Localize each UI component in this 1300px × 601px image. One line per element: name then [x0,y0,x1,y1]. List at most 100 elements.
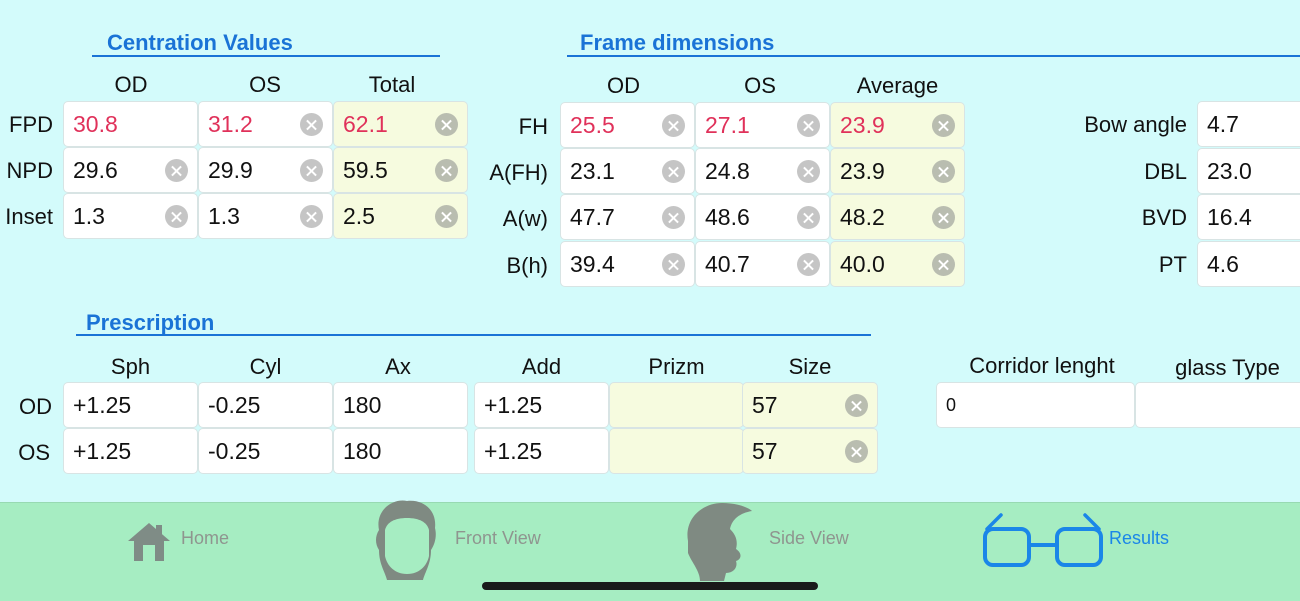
npd-total-field[interactable]: 59.5 [333,147,468,193]
aw-os-value: 48.6 [705,204,750,230]
afh-od-field[interactable]: 23.1 [560,148,695,194]
bh-os-field[interactable]: 40.7 [695,241,830,287]
aw-od-value: 47.7 [570,204,615,230]
bh-average-field[interactable]: 40.0 [830,241,965,287]
clear-icon[interactable] [845,440,868,463]
afh-average-field[interactable]: 23.9 [830,148,965,194]
fh-od-field[interactable]: 25.5 [560,102,695,148]
fpd-os-field[interactable]: 31.2 [198,101,333,147]
tab-results-label: Results [1109,528,1170,548]
frame-col-os: OS [744,73,776,98]
fh-od-value: 25.5 [570,112,615,138]
front-view-head-icon [376,500,436,580]
rx-os-size-field[interactable]: 57 [742,428,878,474]
afh-od-value: 23.1 [570,158,615,184]
rx-col-prizm: Prizm [648,354,705,379]
clear-icon[interactable] [932,114,955,137]
bow-angle-field[interactable]: 4.7 [1197,101,1300,147]
rx-od-size-field[interactable]: 57 [742,382,878,428]
clear-icon[interactable] [435,113,458,136]
clear-icon[interactable] [300,113,323,136]
glasses-icon [983,513,1103,567]
clear-icon[interactable] [932,160,955,183]
tab-results[interactable]: Results [978,503,1178,601]
pt-field[interactable]: 4.6 [1197,241,1300,287]
rx-os-ax-field[interactable]: 180 [333,428,468,474]
clear-icon[interactable] [165,159,188,182]
clear-icon[interactable] [662,114,685,137]
rx-col-size: Size [788,354,832,379]
rx-os-add-field[interactable]: +1.25 [474,428,609,474]
rx-os-sph-field[interactable]: +1.25 [63,428,198,474]
inset-os-field[interactable]: 1.3 [198,193,333,239]
rx-od-ax-value: 180 [343,392,382,418]
clear-icon[interactable] [300,205,323,228]
home-indicator[interactable] [482,582,818,590]
fpd-od-value: 30.8 [73,111,118,137]
fpd-total-field[interactable]: 62.1 [333,101,468,147]
rx-os-cyl-field[interactable]: -0.25 [198,428,333,474]
rx-od-cyl-field[interactable]: -0.25 [198,382,333,428]
centration-row-npd-label: NPD [6,158,53,183]
clear-icon[interactable] [435,205,458,228]
rx-col-add: Add [521,354,562,379]
glass-type-field[interactable] [1135,382,1300,428]
tab-home[interactable]: Home [120,503,250,601]
clear-icon[interactable] [932,206,955,229]
frame-col-average: Average [856,73,939,98]
clear-icon[interactable] [662,206,685,229]
dbl-field[interactable]: 23.0 [1197,148,1300,194]
inset-od-field[interactable]: 1.3 [63,193,198,239]
clear-icon[interactable] [662,160,685,183]
clear-icon[interactable] [165,205,188,228]
rx-od-add-field[interactable]: +1.25 [474,382,609,428]
rx-os-sph-value: +1.25 [73,438,132,464]
rx-od-prizm-field[interactable] [609,382,744,428]
npd-os-value: 29.9 [208,157,253,183]
clear-icon[interactable] [797,114,820,137]
fpd-od-field[interactable]: 30.8 [63,101,198,147]
npd-os-field[interactable]: 29.9 [198,147,333,193]
fpd-os-value: 31.2 [208,111,253,137]
fh-os-value: 27.1 [705,112,750,138]
corridor-length-label: Corridor lenght [969,353,1115,378]
dbl-label: DBL [1144,159,1187,184]
frame-row-aw-label: A(w) [502,206,548,231]
clear-icon[interactable] [662,253,685,276]
npd-od-field[interactable]: 29.6 [63,147,198,193]
frame-row-afh-label: A(FH) [489,160,548,185]
rx-os-ax-value: 180 [343,438,382,464]
clear-icon[interactable] [797,253,820,276]
npd-od-value: 29.6 [73,157,118,183]
fh-average-field[interactable]: 23.9 [830,102,965,148]
corridor-length-value: 0 [946,395,957,415]
corridor-length-field[interactable]: 0 [936,382,1135,428]
clear-icon[interactable] [435,159,458,182]
rx-os-prizm-field[interactable] [609,428,744,474]
bvd-field[interactable]: 16.4 [1197,194,1300,240]
dbl-value: 23.0 [1207,158,1252,184]
prescription-title: Prescription [86,310,215,335]
inset-total-field[interactable]: 2.5 [333,193,468,239]
tab-front-view-label: Front View [455,528,541,548]
home-icon [128,523,170,561]
inset-total-value: 2.5 [343,203,375,229]
clear-icon[interactable] [300,159,323,182]
rx-od-ax-field[interactable]: 180 [333,382,468,428]
clear-icon[interactable] [797,206,820,229]
aw-average-value: 48.2 [840,204,885,230]
aw-average-field[interactable]: 48.2 [830,194,965,240]
clear-icon[interactable] [845,394,868,417]
afh-os-field[interactable]: 24.8 [695,148,830,194]
frame-title: Frame dimensions [580,30,775,55]
aw-os-field[interactable]: 48.6 [695,194,830,240]
clear-icon[interactable] [932,253,955,276]
frame-col-od: OD [607,73,640,98]
bh-od-field[interactable]: 39.4 [560,241,695,287]
afh-average-value: 23.9 [840,158,885,184]
rx-od-sph-field[interactable]: +1.25 [63,382,198,428]
fh-os-field[interactable]: 27.1 [695,102,830,148]
centration-col-od: OD [114,72,148,97]
aw-od-field[interactable]: 47.7 [560,194,695,240]
clear-icon[interactable] [797,160,820,183]
